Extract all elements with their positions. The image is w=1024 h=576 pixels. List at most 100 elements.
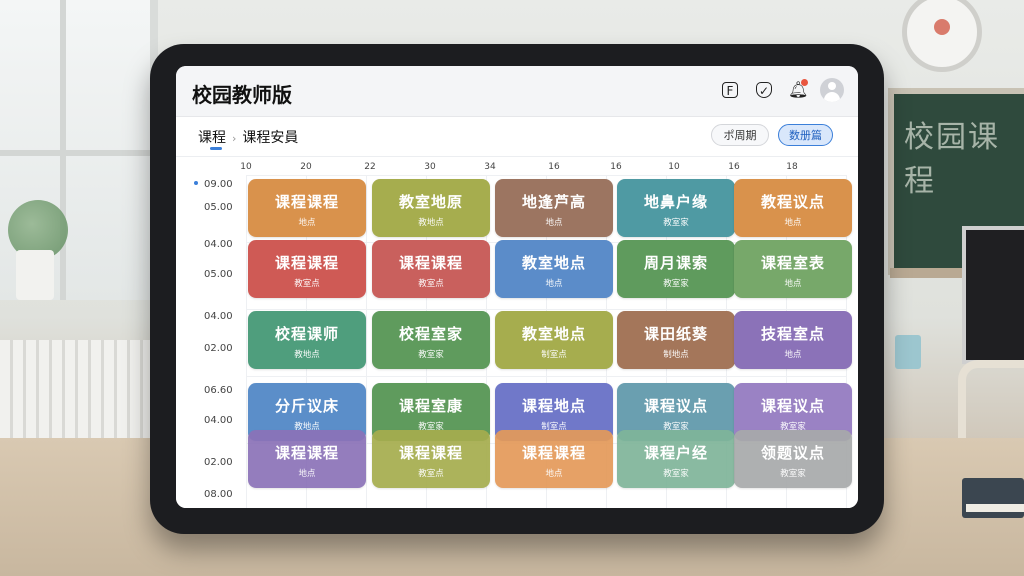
- course-location: 地点: [784, 218, 802, 228]
- course-card[interactable]: 课程户经 教室家: [617, 430, 735, 488]
- course-title: 地逢芦高: [521, 193, 586, 211]
- course-location: 制地点: [663, 350, 689, 360]
- avatar-head: [828, 82, 836, 90]
- avatar-body: [824, 92, 840, 102]
- course-location: 教室点: [418, 279, 444, 289]
- x-axis-label: 16: [610, 162, 622, 172]
- breadcrumb-current: 课程安員: [242, 130, 299, 146]
- course-card[interactable]: 课程室表 地点: [734, 240, 852, 298]
- course-card[interactable]: 教室地点 制室点: [495, 311, 613, 369]
- course-title: 课程室表: [760, 254, 825, 272]
- grid-row-line: [246, 376, 846, 377]
- x-axis-label: 22: [364, 162, 376, 172]
- radiator: [0, 340, 150, 450]
- course-title: 校程室家: [398, 325, 463, 343]
- course-card[interactable]: 教程议点 地点: [734, 179, 852, 237]
- course-title: 课程议点: [643, 397, 708, 415]
- course-card[interactable]: 课程课程 地点: [495, 430, 613, 488]
- tablet-screen: 校园教师版 F ✓ 🔔︎ 课程 › 课程安員 ポ周期 数册篇 10 20 22 30 34 1…: [176, 66, 858, 508]
- course-title: 课程课程: [398, 254, 463, 272]
- course-card[interactable]: 校程室家 教室家: [372, 311, 490, 369]
- course-card[interactable]: 课程课程 教室点: [372, 240, 490, 298]
- course-title: 课程课程: [274, 444, 339, 462]
- chalkboard-text: 校园课程: [904, 120, 1000, 199]
- y-axis-label: 05.00: [204, 269, 233, 280]
- course-card[interactable]: 课程课程 地点: [248, 430, 366, 488]
- active-tab-indicator: [210, 147, 222, 150]
- breadcrumb-root[interactable]: 课程: [198, 127, 226, 147]
- shield-check-icon[interactable]: ✓: [756, 82, 772, 98]
- course-card[interactable]: 地鼻户缘 教室家: [617, 179, 735, 237]
- breadcrumb: 课程 › 课程安員: [198, 127, 298, 147]
- course-card[interactable]: 地逢芦高 地点: [495, 179, 613, 237]
- course-location: 教室家: [663, 469, 689, 479]
- x-axis-label: 34: [484, 162, 496, 172]
- primary-action-button[interactable]: 数册篇: [778, 124, 833, 146]
- course-title: 领题议点: [760, 444, 825, 462]
- app-header: 校园教师版 F ✓ 🔔︎: [176, 66, 858, 114]
- y-axis-label: 09.00: [204, 179, 233, 190]
- course-location: 地点: [298, 469, 316, 479]
- course-title: 周月课索: [643, 254, 708, 272]
- avatar[interactable]: [820, 78, 844, 102]
- header-divider: [176, 156, 858, 157]
- x-axis-label: 18: [786, 162, 798, 172]
- course-card[interactable]: 课程课程 地点: [248, 179, 366, 237]
- x-axis-label: 10: [668, 162, 680, 172]
- pencil-cup: [895, 335, 921, 369]
- grid-row-line: [246, 309, 846, 310]
- week-view-button[interactable]: ポ周期: [711, 124, 769, 146]
- x-axis-label: 16: [548, 162, 560, 172]
- notification-badge: [801, 79, 808, 86]
- book: [962, 478, 1024, 518]
- book-pages: [966, 504, 1024, 512]
- course-title: 地鼻户缘: [643, 193, 708, 211]
- course-title: 课程户经: [643, 444, 708, 462]
- x-axis-label: 20: [300, 162, 312, 172]
- course-card[interactable]: 课程课程 教室点: [248, 240, 366, 298]
- breadcrumb-separator: ›: [232, 132, 237, 145]
- course-title: 教室地点: [521, 254, 586, 272]
- course-location: 地点: [784, 350, 802, 360]
- y-axis-label: 04.00: [204, 311, 233, 322]
- course-location: 教室点: [294, 279, 320, 289]
- course-card[interactable]: 周月课索 教室家: [617, 240, 735, 298]
- grid-column-line: [366, 175, 367, 508]
- course-location: 教室点: [418, 469, 444, 479]
- course-card[interactable]: 课程课程 教室点: [372, 430, 490, 488]
- course-location: 制室点: [541, 350, 567, 360]
- course-title: 课程课程: [521, 444, 586, 462]
- x-axis-label: 10: [240, 162, 252, 172]
- course-card[interactable]: 校程课师 教地点: [248, 311, 366, 369]
- course-title: 教室地点: [521, 325, 586, 343]
- window-frame-horizontal: [0, 150, 150, 156]
- course-card[interactable]: 课田纸葵 制地点: [617, 311, 735, 369]
- wall-clock: [902, 0, 982, 72]
- course-location: 地点: [298, 218, 316, 228]
- y-axis-label: 06.60: [204, 385, 233, 396]
- course-title: 课程课程: [274, 254, 339, 272]
- course-card[interactable]: 领题议点 教室家: [734, 430, 852, 488]
- course-location: 教地点: [418, 218, 444, 228]
- course-location: 教室家: [663, 218, 689, 228]
- course-title: 教程议点: [760, 193, 825, 211]
- course-title: 技程室点: [760, 325, 825, 343]
- y-axis-label: 02.00: [204, 343, 233, 354]
- current-time-dot: [194, 181, 198, 185]
- y-axis-label: 08.00: [204, 489, 233, 500]
- clock-heart: [934, 19, 950, 35]
- course-location: 地点: [784, 279, 802, 289]
- course-location: 地点: [545, 218, 563, 228]
- y-axis-label: 05.00: [204, 202, 233, 213]
- file-icon[interactable]: F: [722, 82, 738, 98]
- y-axis-label: 02.00: [204, 457, 233, 468]
- course-card[interactable]: 技程室点 地点: [734, 311, 852, 369]
- course-title: 分斤议床: [274, 397, 339, 415]
- course-card[interactable]: 教室地点 地点: [495, 240, 613, 298]
- course-location: 教室家: [780, 469, 806, 479]
- y-axis-label: 04.00: [204, 415, 233, 426]
- course-card[interactable]: 教室地原 教地点: [372, 179, 490, 237]
- schedule-panel: 课程 › 课程安員 ポ周期 数册篇 10 20 22 30 34 16 16 10 16 18 09.…: [176, 116, 858, 508]
- course-title: 课程室康: [398, 397, 463, 415]
- course-location: 教地点: [294, 350, 320, 360]
